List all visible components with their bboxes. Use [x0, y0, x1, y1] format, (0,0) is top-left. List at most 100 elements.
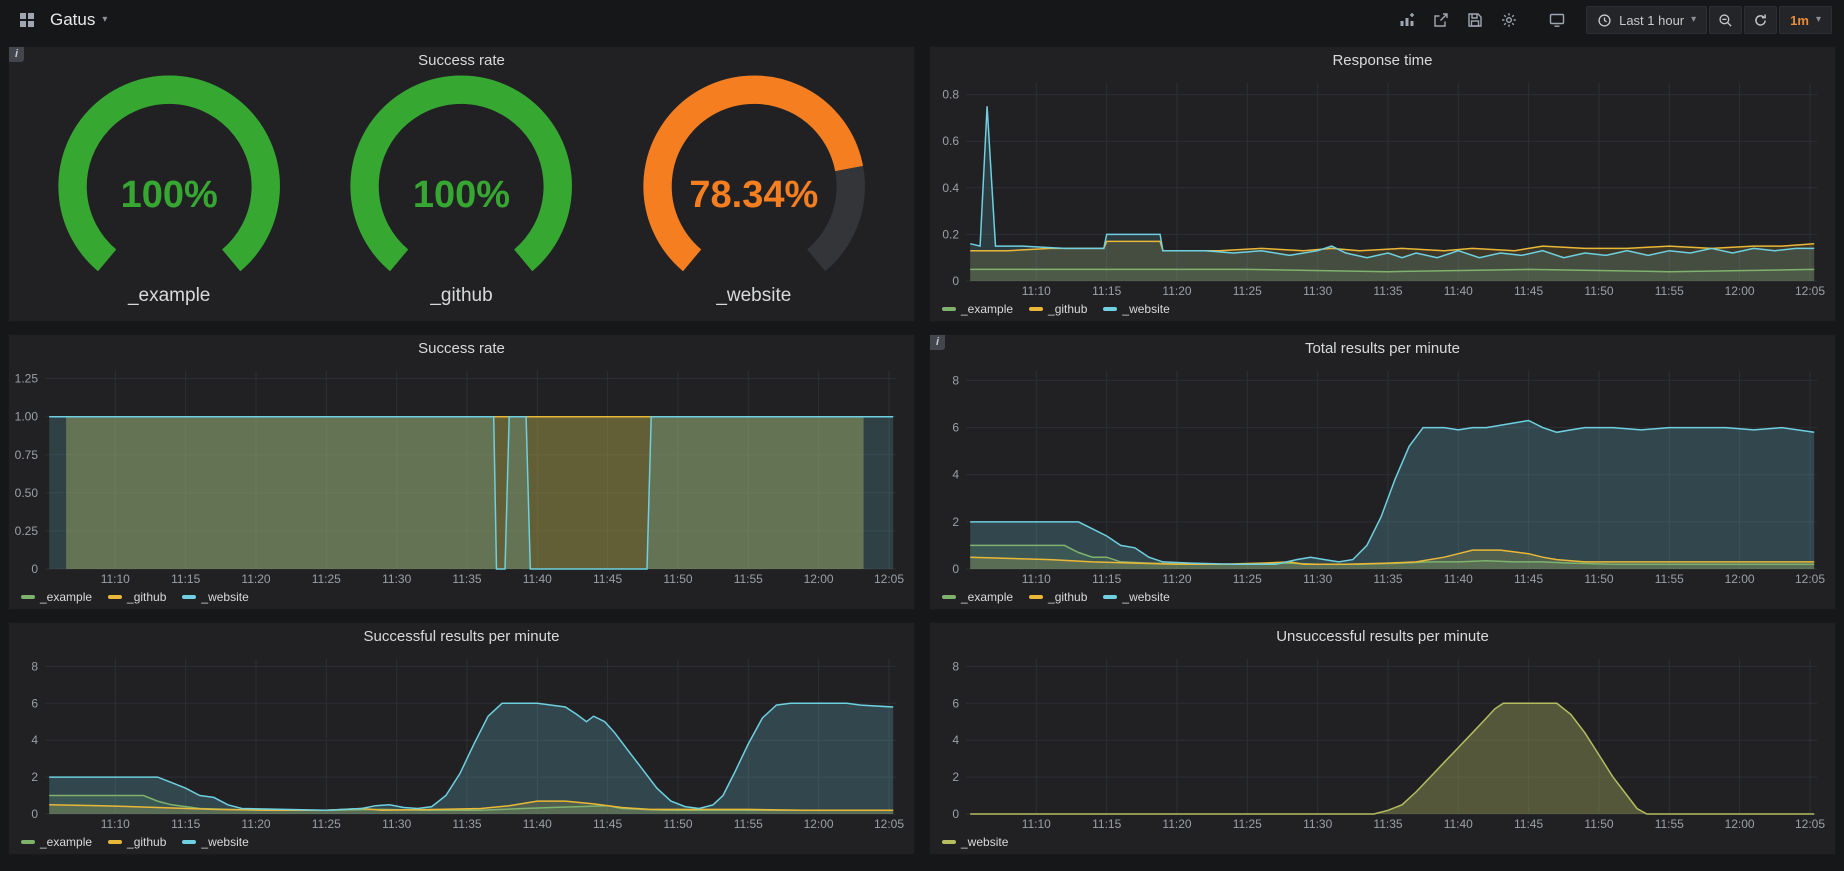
legend-item-example[interactable]: _example: [942, 302, 1013, 316]
legend-item-website[interactable]: _website: [1103, 590, 1169, 604]
svg-text:11:25: 11:25: [312, 572, 341, 586]
panel-title[interactable]: Response time: [1332, 52, 1432, 69]
svg-text:11:45: 11:45: [593, 572, 622, 586]
legend-label: _website: [201, 590, 248, 604]
svg-text:11:40: 11:40: [523, 572, 552, 586]
panel-title[interactable]: Total results per minute: [1305, 340, 1460, 357]
legend-item-website[interactable]: _website: [182, 835, 248, 849]
legend-item-website[interactable]: _website: [1103, 302, 1169, 316]
panel-info-icon[interactable]: i: [9, 47, 24, 62]
panel-info-icon[interactable]: i: [930, 335, 945, 350]
settings-button[interactable]: [1494, 6, 1524, 34]
legend-swatch: [182, 595, 196, 599]
svg-text:11:10: 11:10: [1022, 817, 1051, 831]
time-range-picker[interactable]: Last 1 hour ▾: [1586, 6, 1707, 34]
save-icon: [1467, 12, 1483, 28]
svg-text:6: 6: [952, 421, 959, 435]
legend-item-github[interactable]: _github: [108, 590, 166, 604]
refresh-button[interactable]: [1744, 6, 1777, 34]
gauge-label: _website: [608, 285, 900, 315]
panel-unsuccessful-results: Unsuccessful results per minute 0246811:…: [929, 622, 1836, 855]
panel-title[interactable]: Successful results per minute: [364, 628, 560, 645]
legend-label: _github: [127, 590, 166, 604]
legend-label: _example: [961, 590, 1013, 604]
save-button[interactable]: [1460, 6, 1490, 34]
legend-item-github[interactable]: _github: [1029, 590, 1087, 604]
refresh-interval-picker[interactable]: 1m ▾: [1779, 6, 1832, 34]
clock-icon: [1597, 13, 1612, 28]
svg-text:11:55: 11:55: [1655, 284, 1684, 298]
caret-down-icon: ▾: [1816, 15, 1821, 25]
gauge-arc: 78.34%: [608, 75, 900, 285]
svg-text:11:30: 11:30: [1303, 284, 1332, 298]
svg-text:11:35: 11:35: [1373, 817, 1402, 831]
time-controls: Last 1 hour ▾ 1m ▾: [1586, 6, 1832, 34]
panel-title[interactable]: Success rate: [418, 340, 505, 357]
svg-text:11:10: 11:10: [101, 817, 130, 831]
svg-text:11:20: 11:20: [241, 572, 270, 586]
legend-label: _github: [1048, 302, 1087, 316]
svg-text:12:05: 12:05: [1795, 284, 1825, 298]
legend-swatch: [942, 595, 956, 599]
svg-text:11:50: 11:50: [663, 817, 692, 831]
legend-label: _github: [127, 835, 166, 849]
svg-text:11:20: 11:20: [1162, 817, 1191, 831]
svg-text:1.00: 1.00: [15, 410, 39, 424]
legend-item-example[interactable]: _example: [21, 590, 92, 604]
legend-item-website[interactable]: _website: [942, 835, 1008, 849]
svg-text:11:55: 11:55: [1655, 817, 1684, 831]
share-button[interactable]: [1426, 6, 1456, 34]
panel-title[interactable]: Unsuccessful results per minute: [1276, 628, 1489, 645]
unsuccessful-results-chart[interactable]: 0246811:1011:1511:2011:2511:3011:3511:40…: [930, 649, 1835, 834]
dashboard-title-picker[interactable]: Gatus ▾: [50, 10, 107, 30]
success-rate-chart[interactable]: 00.250.500.751.001.2511:1011:1511:2011:2…: [9, 361, 914, 589]
panel-success-rate: Success rate 00.250.500.751.001.2511:101…: [8, 334, 915, 610]
svg-text:11:25: 11:25: [1233, 572, 1262, 586]
svg-text:1.25: 1.25: [15, 372, 39, 386]
legend-swatch: [21, 595, 35, 599]
gauge-arc: 100%: [315, 75, 607, 285]
svg-text:0.8: 0.8: [942, 88, 959, 102]
svg-text:11:40: 11:40: [1444, 572, 1473, 586]
panel-title[interactable]: Success rate: [418, 52, 505, 69]
svg-text:11:15: 11:15: [171, 572, 200, 586]
add-panel-icon: [1399, 12, 1415, 28]
dashboard-grid-button[interactable]: [12, 6, 42, 34]
svg-text:11:45: 11:45: [593, 817, 622, 831]
add-panel-button[interactable]: [1392, 6, 1422, 34]
panel-header: Success rate: [9, 335, 914, 361]
caret-down-icon: ▾: [1691, 15, 1696, 25]
svg-text:12:00: 12:00: [1725, 284, 1755, 298]
gauge-label: _github: [315, 285, 607, 315]
panel-header: Successful results per minute: [9, 623, 914, 649]
dashboard-title: Gatus: [50, 10, 95, 30]
svg-text:11:40: 11:40: [523, 817, 552, 831]
legend-label: _website: [201, 835, 248, 849]
chart-canvas: 0246811:1011:1511:2011:2511:3011:3511:40…: [930, 361, 1835, 589]
total-results-chart[interactable]: 0246811:1011:1511:2011:2511:3011:3511:40…: [930, 361, 1835, 589]
gauge-github: 100% _github: [315, 75, 607, 315]
legend-item-example[interactable]: _example: [942, 590, 1013, 604]
svg-text:11:50: 11:50: [1584, 817, 1613, 831]
panel-successful-results: Successful results per minute 0246811:10…: [8, 622, 915, 855]
response-time-chart[interactable]: 00.20.40.60.811:1011:1511:2011:2511:3011…: [930, 73, 1835, 301]
caret-down-icon: ▾: [102, 15, 107, 25]
legend-item-example[interactable]: _example: [21, 835, 92, 849]
svg-text:11:15: 11:15: [1092, 572, 1121, 586]
gear-icon: [1501, 12, 1517, 28]
svg-text:8: 8: [952, 659, 959, 673]
chart-canvas: 0246811:1011:1511:2011:2511:3011:3511:40…: [9, 649, 914, 834]
successful-results-chart[interactable]: 0246811:1011:1511:2011:2511:3011:3511:40…: [9, 649, 914, 834]
legend-item-website[interactable]: _website: [182, 590, 248, 604]
legend-swatch: [1103, 307, 1117, 311]
tv-mode-button[interactable]: [1542, 6, 1572, 34]
legend-item-github[interactable]: _github: [1029, 302, 1087, 316]
legend-label: _website: [1122, 302, 1169, 316]
panel-success-rate-gauges: i Success rate 100% _example 100% _githu…: [8, 46, 915, 322]
svg-text:11:10: 11:10: [1022, 284, 1051, 298]
panel-total-results: i Total results per minute 0246811:1011:…: [929, 334, 1836, 610]
svg-text:11:35: 11:35: [1373, 284, 1402, 298]
svg-text:0.25: 0.25: [15, 524, 39, 538]
legend-item-github[interactable]: _github: [108, 835, 166, 849]
zoom-out-button[interactable]: [1709, 6, 1742, 34]
